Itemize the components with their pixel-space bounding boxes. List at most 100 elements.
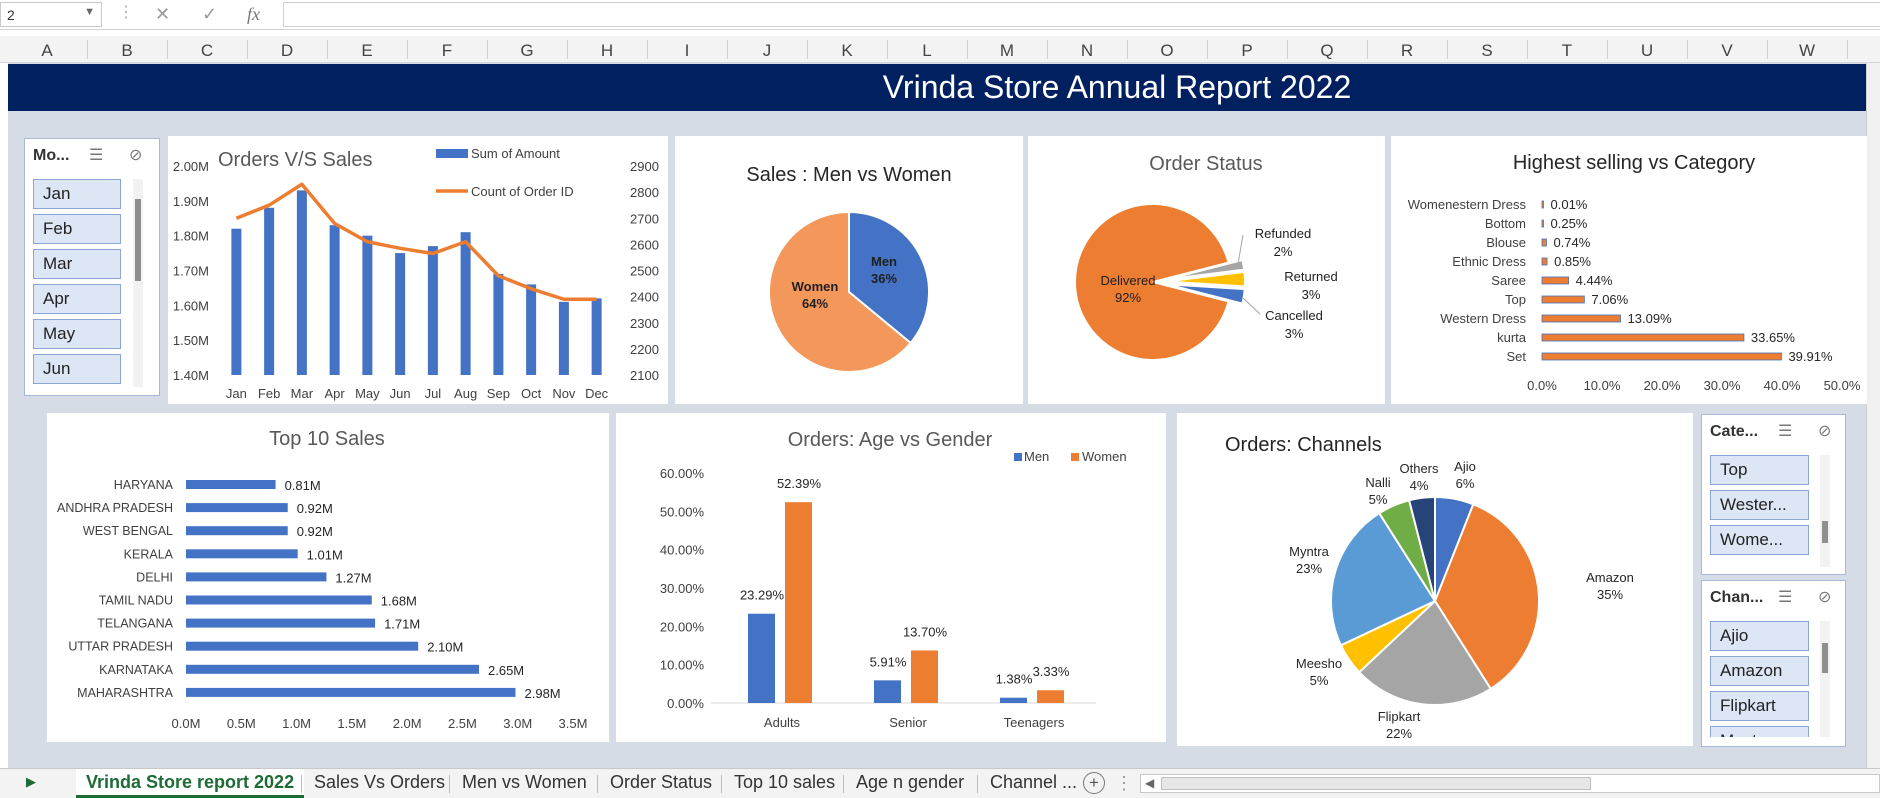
slicer-item[interactable]: Mar <box>33 249 121 279</box>
column-letter[interactable]: J <box>747 41 787 61</box>
clear-filter-icon[interactable]: ⊘ <box>1818 587 1831 607</box>
y2-tick-label: 2100 <box>630 368 659 383</box>
vertical-scrollbar[interactable] <box>1866 63 1880 768</box>
slicer-scrollbar[interactable] <box>1820 455 1830 567</box>
slicer-item[interactable]: Jan <box>33 179 121 209</box>
slicer-item[interactable]: Wome... <box>1710 525 1809 555</box>
cancel-icon[interactable]: ✕ <box>155 4 170 25</box>
check-icon[interactable]: ✓ <box>202 4 217 25</box>
tab-separator <box>597 775 598 793</box>
orders-vs-sales-panel: Orders V/S Sales 2.00M 1.90M 1.80M 1.70M 1.60… <box>168 136 668 404</box>
slicer-item[interactable]: Wester... <box>1710 490 1809 520</box>
slice-label: Men <box>871 254 897 269</box>
multi-select-icon[interactable]: ☰ <box>89 145 103 165</box>
bar-value-label: 0.92M <box>297 524 333 539</box>
category-label: Set <box>1506 349 1526 364</box>
column-letter[interactable]: F <box>427 41 467 61</box>
column-letter[interactable]: K <box>827 41 867 61</box>
bar-value-label: 13.09% <box>1628 311 1673 326</box>
slicer-item[interactable]: Flipkart <box>1710 691 1809 721</box>
y2-tick-label: 2300 <box>630 316 659 331</box>
column-letter[interactable]: N <box>1067 41 1107 61</box>
bar-sum-of-amount <box>362 235 373 375</box>
left-arrow-icon[interactable]: ◀ <box>1145 776 1154 790</box>
sheet-tab[interactable]: Top 10 sales <box>724 769 845 798</box>
column-letter[interactable]: O <box>1147 41 1187 61</box>
add-sheet-icon[interactable]: + <box>1083 772 1105 794</box>
column-letter[interactable]: W <box>1787 41 1827 61</box>
slicer-item[interactable]: Ajio <box>1710 621 1809 651</box>
slicer-item[interactable]: Myntra <box>1710 726 1809 737</box>
play-icon[interactable]: ▶ <box>26 774 36 790</box>
column-letter[interactable]: G <box>507 41 547 61</box>
column-letter[interactable]: I <box>667 41 707 61</box>
column-letter[interactable]: E <box>347 41 387 61</box>
slicer-scrollbar[interactable] <box>1820 621 1830 737</box>
column-letter[interactable]: A <box>27 41 67 61</box>
slice-label: Nalli <box>1365 475 1390 490</box>
horizontal-scrollbar[interactable]: ◀ <box>1140 774 1880 793</box>
column-letter[interactable]: U <box>1627 41 1667 61</box>
bar-women <box>911 650 938 703</box>
sheet-tab[interactable]: Men vs Women <box>452 769 597 798</box>
column-letter[interactable]: R <box>1387 41 1427 61</box>
slicer-item[interactable]: Top <box>1710 455 1809 485</box>
category-bar <box>1541 295 1585 304</box>
bar-sum-of-amount <box>493 273 504 375</box>
x-tick-label: Dec <box>585 386 609 401</box>
slicer-item[interactable]: Jun <box>33 354 121 384</box>
name-box[interactable]: 2 ▼ <box>0 2 102 27</box>
slicer-item[interactable]: May <box>33 319 121 349</box>
bar-value-label: 1.38% <box>996 672 1033 687</box>
column-letter[interactable]: T <box>1547 41 1587 61</box>
more-icon: ⋮ <box>118 4 134 21</box>
sheet-tab[interactable]: Order Status <box>600 769 722 798</box>
y2-tick-label: 2400 <box>630 290 659 305</box>
column-letter[interactable]: V <box>1707 41 1747 61</box>
formula-input[interactable] <box>283 2 1880 27</box>
column-letter[interactable]: B <box>107 41 147 61</box>
column-letter[interactable]: Q <box>1307 41 1347 61</box>
slice-label: Refunded <box>1255 226 1311 241</box>
y-tick-label: 1.40M <box>173 368 209 383</box>
title-banner: Vrinda Store Annual Report 2022 <box>8 64 1866 111</box>
category-bar <box>1541 333 1745 342</box>
fx-icon[interactable]: fx <box>247 4 260 25</box>
column-letter[interactable]: L <box>907 41 947 61</box>
bar-value-label: 0.81M <box>285 478 321 493</box>
slice-label: Women <box>792 279 839 294</box>
state-label: WEST BENGAL <box>83 524 173 538</box>
slicer-item[interactable]: Amazon <box>1710 656 1809 686</box>
column-separator <box>567 40 568 59</box>
column-letter[interactable]: P <box>1227 41 1267 61</box>
scroll-thumb[interactable] <box>1161 777 1591 790</box>
chart-title: Orders: Age vs Gender <box>788 429 993 451</box>
column-header: A B C D E F G H I J K L M N O P Q R S T U V W <box>0 36 1880 63</box>
column-letter[interactable]: S <box>1467 41 1507 61</box>
x-tick-label: 3.0M <box>503 716 532 731</box>
chevron-down-icon[interactable]: ▼ <box>84 6 95 18</box>
sheet-tab[interactable]: Channel ... <box>980 769 1087 798</box>
column-letter[interactable]: D <box>267 41 307 61</box>
multi-select-icon[interactable]: ☰ <box>1778 421 1792 441</box>
tab-separator <box>977 775 978 793</box>
men-vs-women-panel: Sales : Men vs Women Men 36% Women 64% <box>675 136 1023 404</box>
column-letter[interactable]: C <box>187 41 227 61</box>
slicer-item[interactable]: Feb <box>33 214 121 244</box>
column-letter[interactable]: M <box>987 41 1027 61</box>
sheet-tab[interactable]: Vrinda Store report 2022 <box>76 769 305 798</box>
chart-title: Top 10 Sales <box>269 428 385 450</box>
sheet-tab[interactable]: Sales Vs Orders <box>304 769 455 798</box>
slice-label: Delivered <box>1101 273 1156 288</box>
column-letter[interactable]: H <box>587 41 627 61</box>
category-label: Western Dress <box>1440 311 1526 326</box>
clear-filter-icon[interactable]: ⊘ <box>129 145 142 165</box>
sheet-tab[interactable]: Age n gender <box>846 769 974 798</box>
slice-value: 35% <box>1597 587 1623 602</box>
slicer-item[interactable]: Apr <box>33 284 121 314</box>
slice-value: 6% <box>1456 476 1475 491</box>
slice-value: 22% <box>1386 726 1412 741</box>
slice-value: 5% <box>1369 492 1388 507</box>
slicer-scrollbar[interactable] <box>133 179 143 387</box>
clear-filter-icon[interactable]: ⊘ <box>1818 421 1831 441</box>
